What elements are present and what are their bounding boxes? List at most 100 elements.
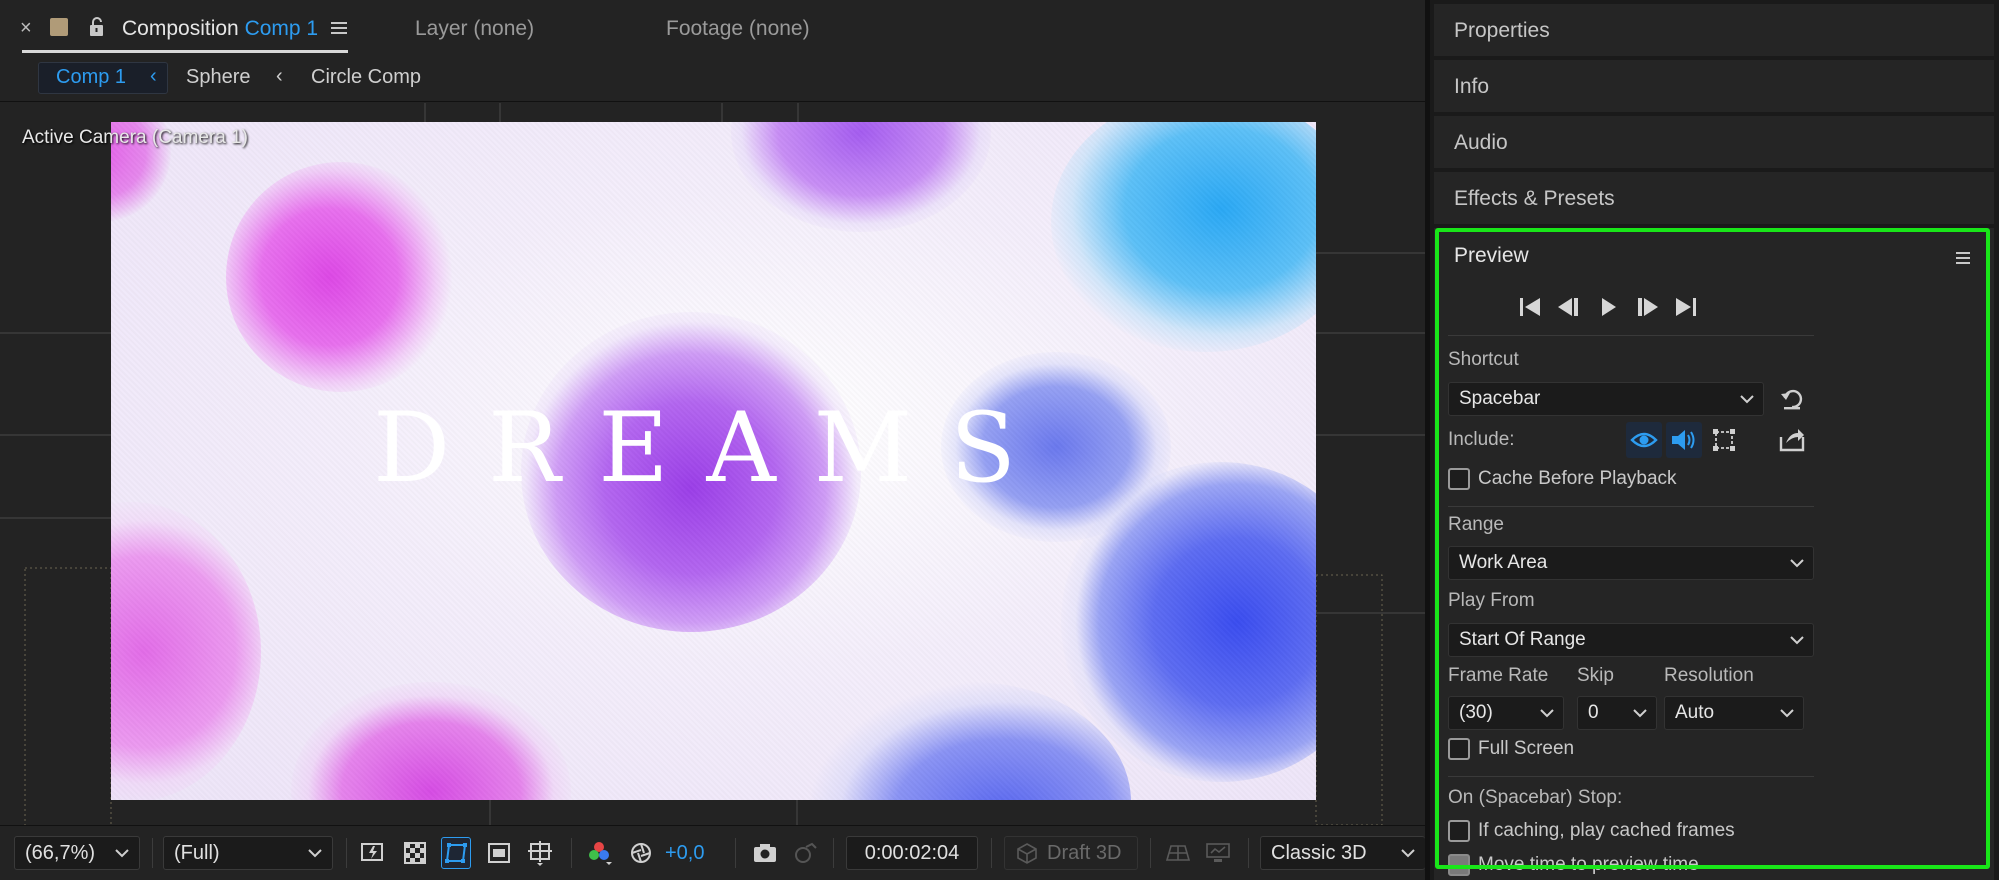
frame-rate-dropdown[interactable]: (30) — [1448, 696, 1564, 730]
show-snapshot-icon[interactable] — [790, 837, 820, 869]
ground-plane-icon[interactable] — [1203, 837, 1233, 869]
panel-properties[interactable]: Properties — [1434, 4, 1994, 56]
resolution-dropdown[interactable]: (Full) — [163, 836, 333, 870]
preview-title: Preview — [1454, 244, 1529, 267]
breadcrumb-circle-comp[interactable]: Circle Comp — [311, 66, 421, 89]
play-icon[interactable] — [1602, 298, 1616, 316]
resolution-dropdown[interactable]: Auto — [1664, 696, 1804, 730]
chevron-left-icon: ‹ — [276, 65, 283, 87]
fast-previews-icon[interactable] — [358, 837, 388, 869]
next-frame-icon[interactable] — [1638, 298, 1658, 316]
breadcrumb-sphere[interactable]: Sphere — [186, 66, 251, 89]
zoom-dropdown[interactable]: (66,7%) — [14, 836, 140, 870]
frame-rate-value: (30) — [1459, 702, 1493, 723]
breadcrumb: Comp 1 ‹ Sphere ‹ Circle Comp — [0, 56, 1425, 102]
panel-effects-presets-label: Effects & Presets — [1454, 187, 1615, 210]
exposure-icon[interactable] — [626, 837, 656, 869]
checkbox-box — [1448, 738, 1470, 760]
panel-info-label: Info — [1454, 75, 1490, 98]
play-from-dropdown[interactable]: Start Of Range — [1448, 623, 1814, 657]
toolbar-separator — [1150, 838, 1151, 868]
toolbar-separator — [1248, 838, 1249, 868]
cache-before-playback-checkbox[interactable]: Cache Before Playback — [1448, 468, 1677, 490]
snapshot-icon[interactable] — [750, 837, 780, 869]
skip-dropdown[interactable]: 0 — [1577, 696, 1657, 730]
exposure-value[interactable]: +0,0 — [665, 836, 704, 870]
chevron-down-icon — [1401, 849, 1415, 858]
resolution-value: Auto — [1675, 702, 1715, 723]
include-video-toggle[interactable] — [1626, 422, 1662, 458]
panel-properties-label: Properties — [1454, 19, 1550, 42]
checkbox-box — [1448, 468, 1470, 490]
checkbox-box — [1448, 854, 1470, 876]
toolbar-separator — [346, 838, 347, 868]
draft-3d-toggle[interactable]: Draft 3D — [1004, 836, 1138, 870]
toolbar-separator — [833, 838, 834, 868]
on-stop-label: On (Spacebar) Stop: — [1448, 787, 1623, 808]
include-overlays-toggle[interactable] — [1706, 422, 1742, 458]
menu-icon[interactable] — [1954, 250, 1972, 266]
composition-viewer[interactable]: Active Camera (Camera 1) DREAMS — [0, 103, 1425, 825]
chevron-down-icon — [1740, 395, 1754, 404]
resolution-label: Resolution — [1664, 665, 1754, 686]
transparency-grid-icon[interactable] — [400, 837, 430, 869]
current-time-display[interactable]: 0:00:02:04 — [846, 836, 978, 870]
play-from-value: Start Of Range — [1459, 629, 1586, 650]
toolbar-separator — [735, 838, 736, 868]
if-caching-checkbox[interactable]: If caching, play cached frames — [1448, 820, 1735, 842]
panel-info[interactable]: Info — [1434, 60, 1994, 112]
chevron-left-icon: ‹ — [150, 65, 157, 87]
right-panel-stack: Properties Info Audio Effects & Presets … — [1430, 0, 1999, 880]
tab-composition-name: Comp 1 — [244, 17, 319, 40]
preview-divider — [1448, 776, 1814, 777]
close-icon[interactable]: × — [20, 17, 32, 40]
chevron-down-icon — [1633, 709, 1647, 718]
menu-icon[interactable] — [330, 20, 348, 36]
shortcut-dropdown[interactable]: Spacebar — [1448, 382, 1764, 416]
chevron-down-icon — [1780, 709, 1794, 718]
label-color-swatch[interactable] — [50, 18, 68, 36]
move-time-label: Move time to preview time — [1478, 854, 1699, 875]
resolution-value: (Full) — [174, 841, 220, 864]
speaker-icon — [1672, 430, 1695, 450]
reset-icon[interactable] — [1779, 386, 1805, 412]
lock-icon[interactable] — [86, 16, 108, 38]
panel-audio[interactable]: Audio — [1434, 116, 1994, 168]
export-icon[interactable] — [1778, 427, 1806, 453]
prev-frame-icon[interactable] — [1558, 298, 1578, 316]
last-frame-icon[interactable] — [1676, 298, 1696, 316]
chevron-down-icon — [308, 849, 322, 858]
active-camera-label: Active Camera (Camera 1) — [22, 127, 248, 148]
eye-icon — [1630, 432, 1658, 448]
tab-composition-label: Composition — [122, 17, 239, 40]
cube-icon — [1017, 843, 1037, 864]
preview-divider — [1448, 335, 1814, 336]
color-icon[interactable] — [584, 837, 614, 869]
mask-visibility-icon[interactable] — [441, 837, 471, 869]
tab-layer[interactable]: Layer (none) — [415, 17, 534, 41]
include-audio-toggle[interactable] — [1666, 422, 1702, 458]
move-time-checkbox[interactable]: Move time to preview time — [1448, 854, 1699, 876]
chevron-down-icon — [1790, 636, 1804, 645]
first-frame-icon[interactable] — [1520, 298, 1540, 316]
breadcrumb-comp-1[interactable]: Comp 1 — [56, 66, 126, 89]
renderer-dropdown[interactable]: Classic 3D — [1260, 836, 1425, 870]
transport-controls — [1520, 298, 1696, 316]
extended-viewer-icon[interactable] — [1163, 837, 1193, 869]
full-screen-checkbox[interactable]: Full Screen — [1448, 738, 1574, 760]
range-dropdown[interactable]: Work Area — [1448, 546, 1814, 580]
tab-composition[interactable]: Composition Comp 1 — [122, 17, 318, 41]
checkbox-box — [1448, 820, 1470, 842]
grid-guides-icon[interactable] — [525, 837, 555, 869]
renderer-value: Classic 3D — [1271, 841, 1367, 864]
panel-effects-presets[interactable]: Effects & Presets — [1434, 172, 1994, 224]
frame-rate-label: Frame Rate — [1448, 665, 1549, 686]
toolbar-separator — [991, 838, 992, 868]
tab-footage[interactable]: Footage (none) — [666, 17, 810, 41]
shortcut-value: Spacebar — [1459, 388, 1541, 409]
composition-canvas[interactable]: DREAMS — [111, 122, 1316, 800]
full-screen-label: Full Screen — [1478, 738, 1575, 759]
region-of-interest-icon[interactable] — [484, 837, 514, 869]
skip-value: 0 — [1588, 702, 1599, 723]
active-tab-underline — [22, 50, 348, 53]
